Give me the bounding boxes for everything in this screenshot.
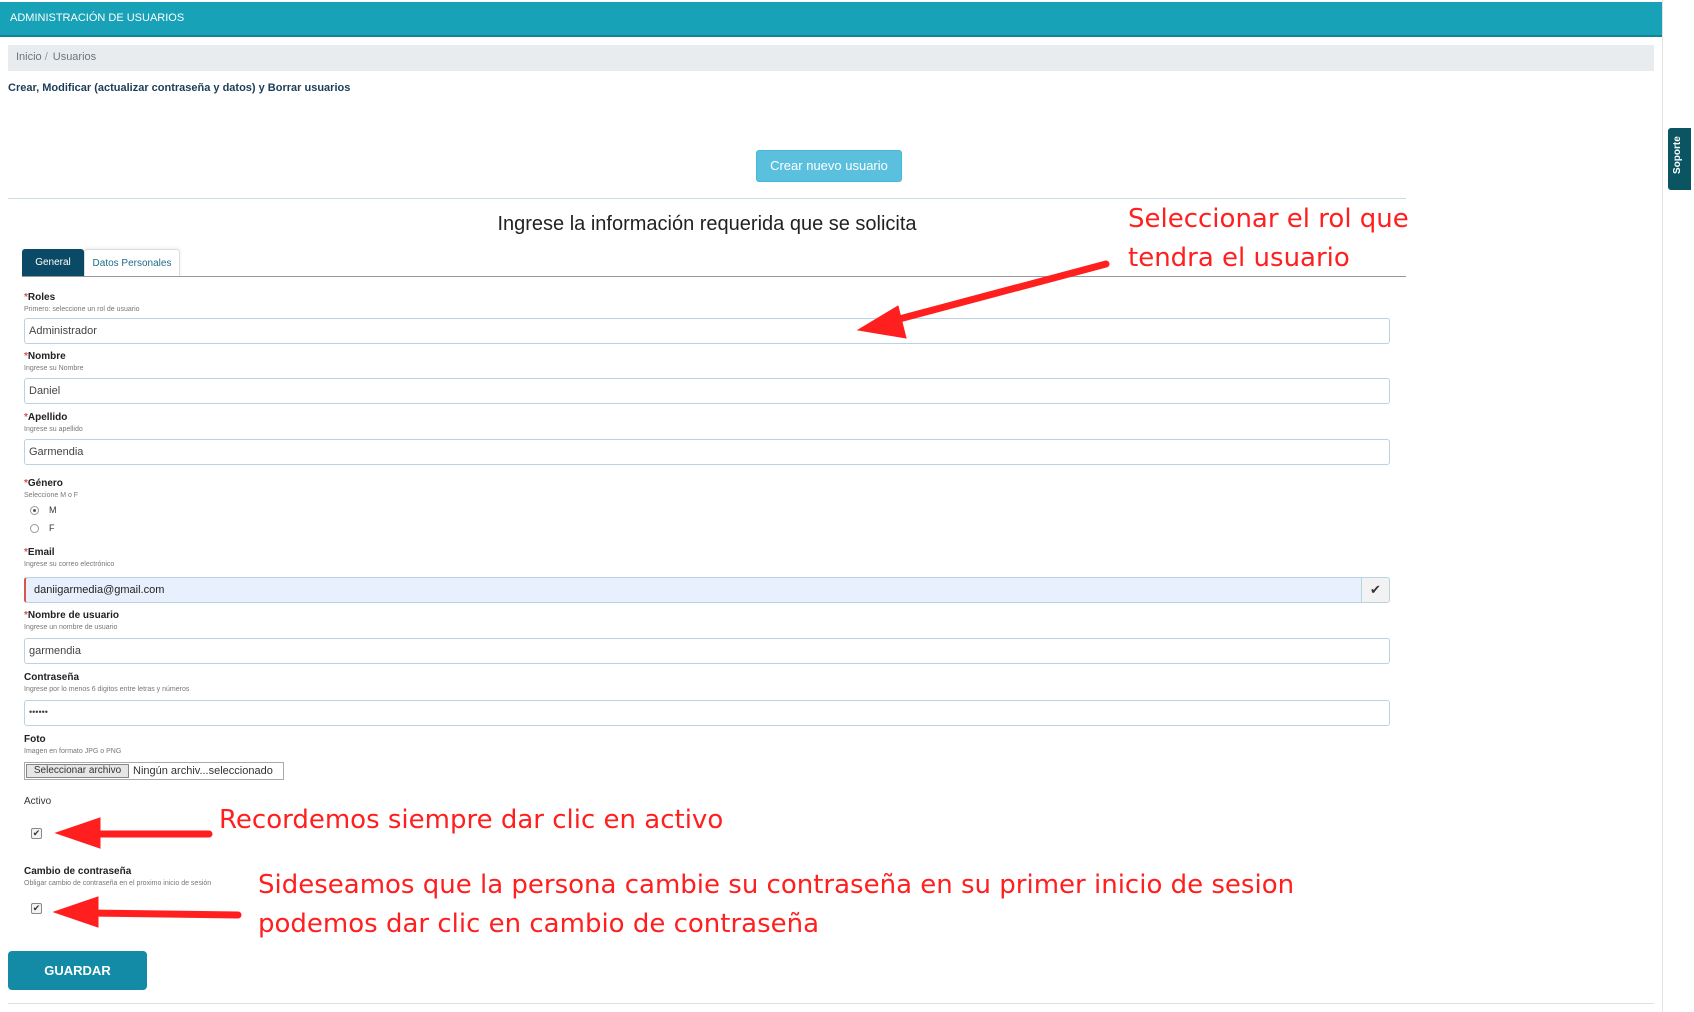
arrow-activo-head [54,817,101,849]
annotation-arrows [52,260,1110,928]
arrow-cambio [82,909,242,919]
arrow-rol-head [856,305,907,339]
arrow-rol [884,260,1110,326]
arrow-cambio-head [52,896,99,928]
